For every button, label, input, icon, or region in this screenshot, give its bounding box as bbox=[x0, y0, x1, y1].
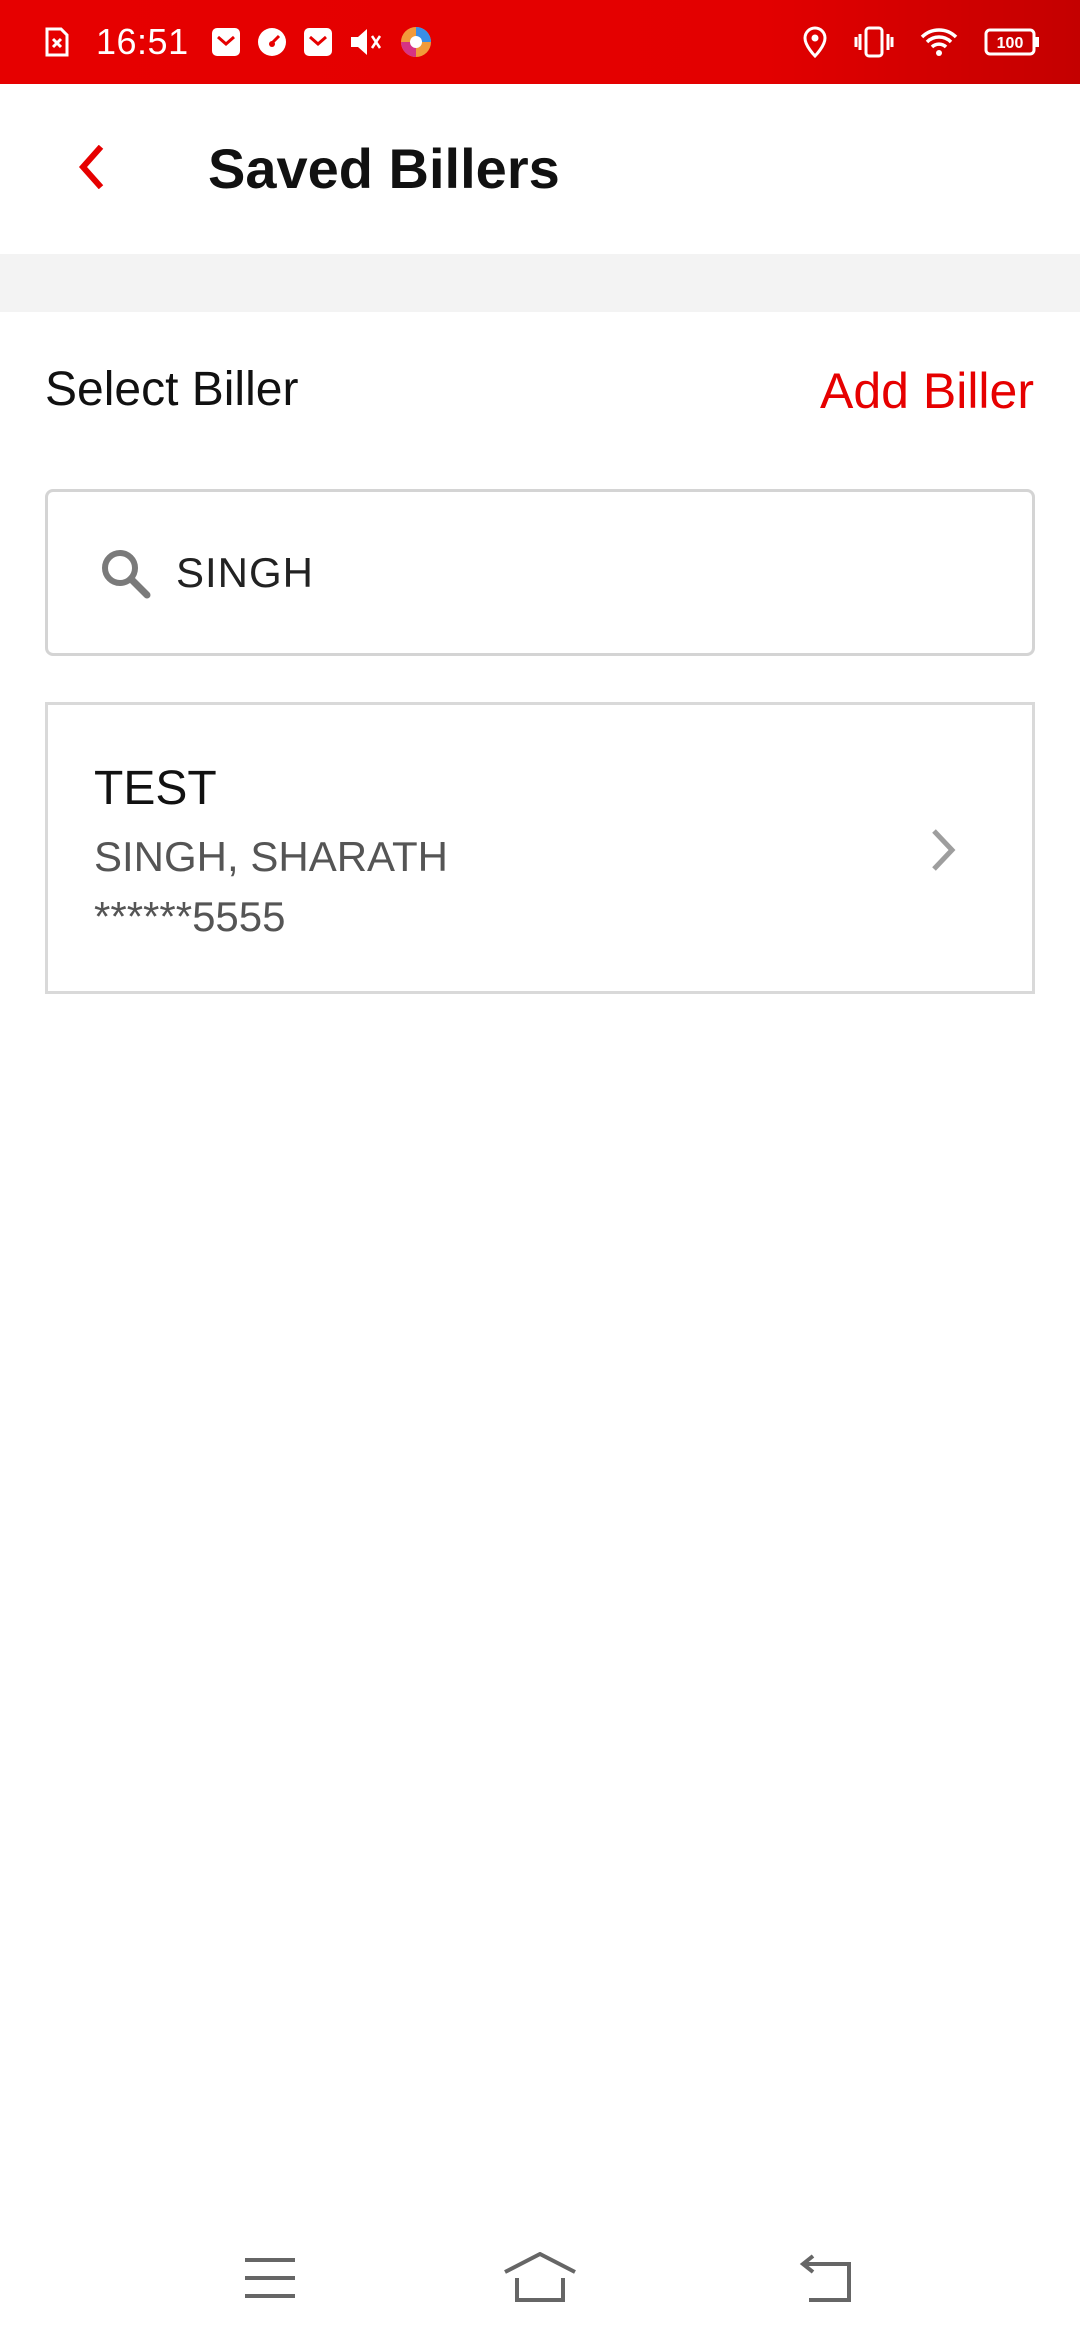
section-divider bbox=[0, 254, 1080, 312]
recent-apps-button[interactable] bbox=[230, 2250, 310, 2310]
biller-customer: SINGH, SHARATH bbox=[94, 833, 448, 880]
clock: 16:51 bbox=[96, 21, 189, 62]
search-icon bbox=[96, 544, 156, 604]
back-button[interactable] bbox=[50, 134, 130, 204]
back-icon bbox=[795, 2253, 853, 2307]
battery-icon: 100 bbox=[984, 28, 1040, 56]
app-bar: Saved Billers bbox=[0, 84, 1080, 254]
back-nav-button[interactable] bbox=[784, 2250, 864, 2310]
biller-account: ******5555 bbox=[94, 893, 286, 940]
mute-icon bbox=[349, 27, 383, 57]
biller-name: TEST bbox=[94, 762, 217, 815]
browser-icon bbox=[399, 25, 433, 59]
status-bar-right: 100 bbox=[776, 0, 1040, 84]
biller-card[interactable]: TEST SINGH, SHARATH ******5555 bbox=[45, 702, 1035, 994]
home-button[interactable] bbox=[500, 2250, 580, 2310]
wifi-icon bbox=[920, 27, 958, 57]
home-icon bbox=[503, 2251, 577, 2309]
mail-icon bbox=[211, 27, 241, 57]
speed-icon bbox=[257, 27, 287, 57]
chevron-left-icon bbox=[75, 144, 105, 194]
battery-level: 100 bbox=[997, 35, 1024, 52]
status-bar: 16:51 100 bbox=[0, 0, 1080, 84]
add-biller-link[interactable]: Add Biller bbox=[820, 362, 1034, 420]
menu-icon bbox=[243, 2256, 297, 2305]
status-bar-left: 16:51 bbox=[44, 0, 449, 84]
location-icon bbox=[802, 26, 828, 58]
vibrate-icon bbox=[854, 26, 894, 58]
chevron-right-icon bbox=[924, 825, 964, 875]
search-value[interactable]: SINGH bbox=[176, 492, 314, 653]
search-input[interactable]: SINGH bbox=[45, 489, 1035, 656]
select-biller-label: Select Biller bbox=[45, 363, 299, 416]
system-nav-bar bbox=[0, 2220, 1080, 2340]
mail-icon bbox=[303, 27, 333, 57]
page-title: Saved Billers bbox=[208, 137, 560, 200]
sim-error-icon bbox=[44, 26, 70, 58]
